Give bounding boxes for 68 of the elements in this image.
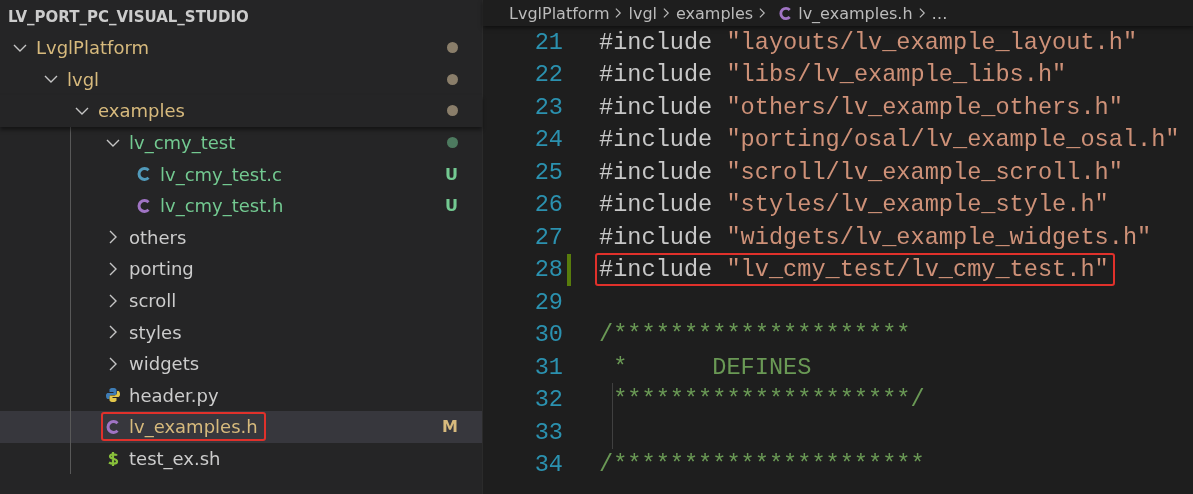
code-line: #include "layouts/lv_example_layout.h": [599, 28, 1138, 56]
chevron-right-icon: [614, 6, 624, 20]
breadcrumb-item[interactable]: …: [931, 3, 948, 23]
tree-item[interactable]: lv_cmy_test.h U: [0, 189, 482, 222]
line-number: 32: [533, 386, 563, 414]
file-name: lv_cmy_test: [129, 132, 236, 154]
c-file-icon: [136, 166, 152, 183]
tree-item[interactable]: widgets: [0, 347, 482, 380]
code-line: #include "scroll/lv_example_scroll.h": [599, 158, 1123, 186]
tree-item[interactable]: others: [0, 221, 482, 254]
line-number: 33: [533, 418, 563, 446]
file-name: styles: [129, 321, 182, 343]
tree-item[interactable]: styles: [0, 316, 482, 348]
tree-item[interactable]: lv_cmy_test: [0, 126, 482, 159]
breadcrumb-item[interactable]: lvgl: [628, 3, 657, 23]
line-number: 34: [533, 451, 563, 479]
code-line: #include "porting/osal/lv_example_osal.h": [599, 126, 1180, 154]
breadcrumb-item[interactable]: examples: [676, 3, 754, 23]
git-status: M: [442, 417, 458, 437]
code-line: #include "others/lv_example_others.h": [599, 93, 1123, 121]
file-name: examples: [98, 100, 185, 122]
line-number: 28: [533, 256, 563, 284]
line-number: 29: [533, 288, 563, 316]
tree-item[interactable]: porting: [0, 253, 482, 285]
file-name: others: [129, 226, 187, 248]
chevron-right-icon: [917, 6, 927, 20]
line-number: 23: [533, 93, 563, 121]
line-number: 26: [533, 191, 563, 219]
chevron-right-icon: [662, 6, 671, 20]
breadcrumb-item[interactable]: lv_examples.h: [798, 3, 913, 23]
c-file-icon: [105, 418, 121, 435]
tree-item[interactable]: examples: [0, 95, 482, 127]
code-comment: /*********************: [599, 321, 911, 349]
line-number: 22: [533, 61, 563, 89]
line-number: 21: [533, 28, 563, 56]
c-file-icon: [136, 197, 152, 214]
file-name: lv_cmy_test.c: [160, 163, 282, 185]
tree-item[interactable]: test_ex.sh: [0, 442, 482, 475]
code-comment: * DEFINES: [612, 353, 812, 381]
python-icon: [105, 387, 121, 404]
line-number: 25: [533, 158, 563, 186]
code-line: #include "libs/lv_example_libs.h": [599, 61, 1067, 89]
file-name: lvgl: [67, 68, 100, 90]
tree-item[interactable]: lv_cmy_test.c U: [0, 158, 482, 190]
file-name: lv_cmy_test.h: [160, 195, 284, 217]
file-name: lv_examples.h: [129, 416, 258, 438]
line-number: 27: [533, 223, 563, 251]
explorer-title: LV_PORT_PC_VISUAL_STUDIO: [7, 7, 250, 28]
file-name: widgets: [129, 353, 200, 375]
code-comment: *********************/: [612, 386, 925, 414]
tree-item[interactable]: lv_examples.h M: [0, 411, 482, 443]
code-comment: /**********************: [599, 451, 925, 479]
breadcrumb-item[interactable]: LvglPlatform: [509, 3, 610, 23]
git-status: U: [445, 196, 458, 216]
file-name: porting: [129, 258, 194, 280]
file-name: header.py: [129, 384, 219, 406]
line-number: 24: [533, 126, 563, 154]
git-status: U: [445, 164, 458, 184]
tree-item[interactable]: scroll: [0, 284, 482, 317]
line-number: 30: [533, 321, 563, 349]
file-name: scroll: [129, 290, 177, 312]
file-name: test_ex.sh: [129, 448, 221, 469]
code-line: #include "widgets/lv_example_widgets.h": [599, 223, 1152, 251]
code-line: #include "styles/lv_example_style.h": [599, 191, 1109, 219]
code-line: #include "lv_cmy_test/lv_cmy_test.h": [599, 256, 1109, 284]
line-number: 31: [533, 353, 563, 381]
chevron-right-icon: [758, 6, 768, 20]
file-name: LvglPlatform: [36, 37, 150, 59]
